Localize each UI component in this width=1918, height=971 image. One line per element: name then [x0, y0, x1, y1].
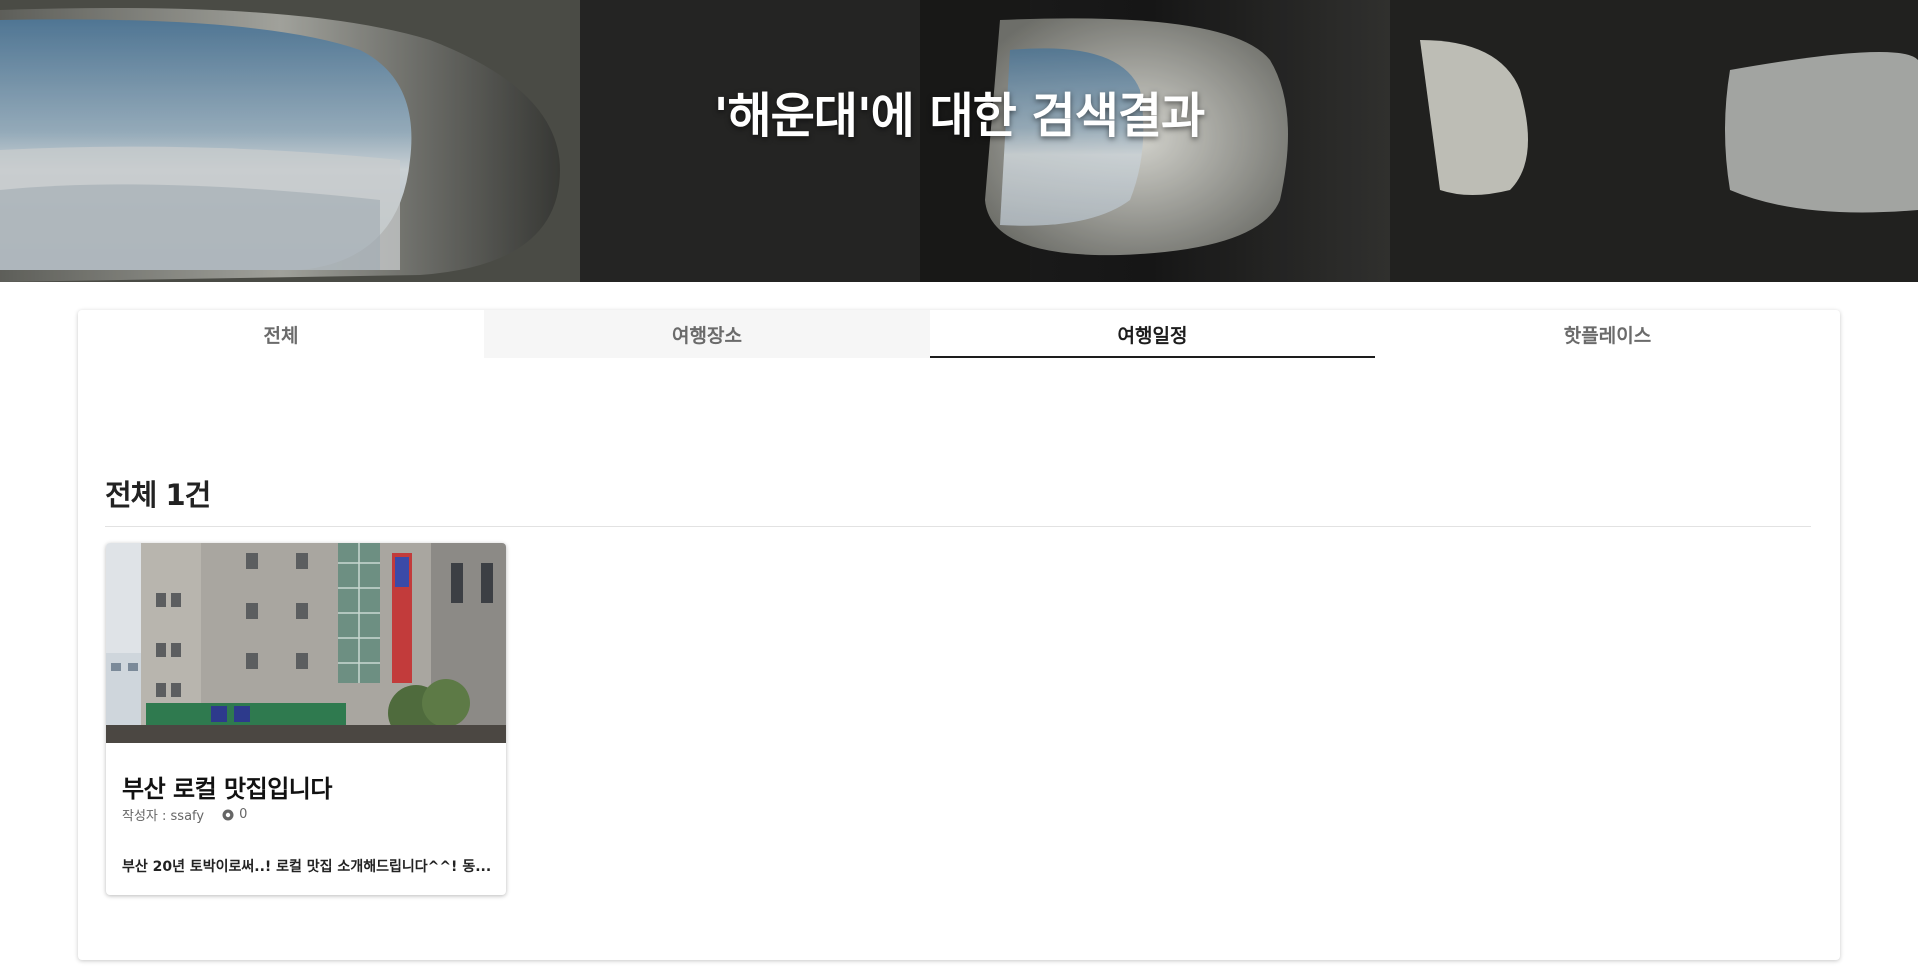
card-view-count: 0: [239, 807, 248, 822]
result-card[interactable]: 부산 로컬 맛집입니다 작성자 : ssafy 0 부산 20년 토박이로써..…: [106, 543, 506, 895]
search-results-panel: 전체 여행장소 여행일정 핫플레이스 전체 1건 부산 로컬 맛집입니다 작성자…: [78, 310, 1840, 960]
eye-icon: [222, 809, 234, 820]
tab-places[interactable]: 여행장소: [484, 310, 930, 358]
card-description: 부산 20년 토박이로써..! 로컬 맛집 소개해드립니다^^! 동...: [122, 859, 492, 875]
tab-all[interactable]: 전체: [78, 310, 484, 358]
tab-hotplace[interactable]: 핫플레이스: [1375, 310, 1840, 358]
hero-banner: '해운대'에 대한 검색결과: [0, 0, 1918, 282]
section-divider: [105, 526, 1811, 527]
card-title: 부산 로컬 맛집입니다: [122, 775, 332, 803]
card-author: 작성자 : ssafy: [122, 809, 205, 824]
result-count: 전체 1건: [105, 478, 211, 512]
card-thumbnail: [106, 543, 506, 743]
page-title: '해운대'에 대한 검색결과: [713, 88, 1205, 144]
search-category-tabs: 전체 여행장소 여행일정 핫플레이스: [78, 310, 1840, 358]
card-meta: 작성자 : ssafy 0: [122, 805, 247, 824]
tab-itinerary[interactable]: 여행일정: [930, 310, 1375, 358]
